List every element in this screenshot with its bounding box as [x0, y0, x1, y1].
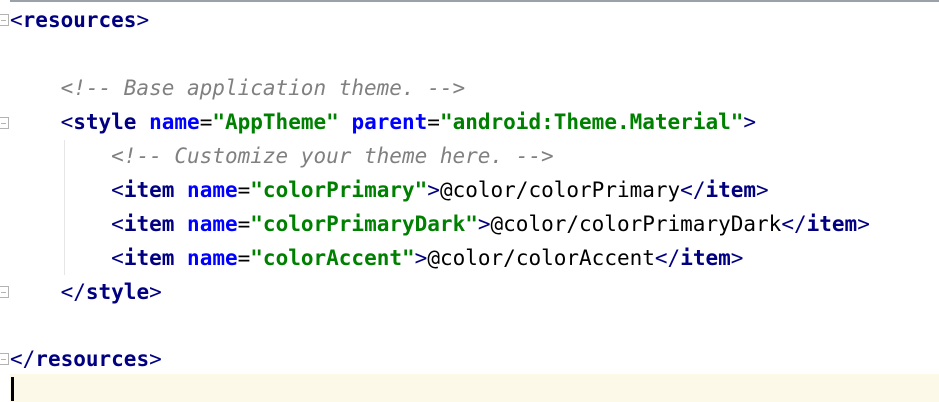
text-caret: [11, 377, 14, 401]
code-line-comment-base-theme[interactable]: <!-- Base application theme. -->: [10, 71, 466, 105]
bracket: <: [111, 246, 124, 270]
bracket: >: [149, 280, 162, 304]
attribute-value: "colorPrimaryDark": [250, 212, 478, 236]
tag-name: style: [85, 280, 150, 304]
bracket: </: [10, 347, 36, 371]
bracket: >: [414, 246, 428, 270]
equals-sign: =: [237, 178, 251, 202]
equals-sign: =: [427, 110, 440, 134]
attribute-value: "colorAccent": [250, 246, 415, 270]
element-text: @color/colorPrimary: [439, 178, 681, 202]
code-line-style-open[interactable]: <style name="AppTheme" parent="android:T…: [10, 105, 756, 139]
element-text: @color/colorAccent: [427, 246, 655, 270]
bracket: >: [756, 178, 769, 202]
tag-name: item: [806, 212, 858, 236]
attribute-name: name: [149, 110, 200, 134]
fold-marker-style-icon[interactable]: [0, 117, 9, 129]
tag-name: item: [123, 246, 175, 270]
tag-name: resources: [35, 347, 150, 371]
bracket: >: [477, 212, 491, 236]
bracket: >: [136, 8, 150, 32]
bracket: </: [680, 178, 706, 202]
bracket: <: [60, 110, 74, 134]
bracket: </: [60, 280, 86, 304]
code-line-resources-open[interactable]: <resources>: [10, 3, 149, 37]
bracket: >: [857, 212, 870, 236]
fold-marker-style-end-icon[interactable]: [0, 286, 9, 298]
attribute-value: "AppTheme": [212, 110, 339, 134]
attribute-name: name: [187, 246, 238, 270]
editor-gutter: [0, 0, 10, 402]
equals-sign: =: [237, 246, 251, 270]
tag-name: item: [123, 178, 175, 202]
fold-marker-resources-end-icon[interactable]: [0, 353, 9, 365]
code-editor[interactable]: <resources> <!-- Base application theme.…: [0, 0, 939, 402]
bracket: </: [781, 212, 807, 236]
element-text: @color/colorPrimaryDark: [490, 212, 782, 236]
tag-name: item: [705, 178, 757, 202]
bracket: >: [149, 347, 162, 371]
tag-name: item: [680, 246, 731, 270]
code-line-item-color-primary-dark[interactable]: <item name="colorPrimaryDark">@color/col…: [10, 207, 870, 241]
current-line-highlight: [10, 374, 939, 402]
bracket: >: [427, 178, 440, 202]
code-comment: <!-- Customize your theme here. -->: [111, 144, 554, 168]
tag-name: style: [73, 110, 137, 134]
editor-top-border: [0, 0, 939, 2]
attribute-value: "android:Theme.Material": [439, 110, 744, 134]
bracket: <: [111, 212, 124, 236]
bracket: >: [730, 246, 744, 270]
bracket: <: [111, 178, 124, 202]
attribute-name: name: [187, 212, 238, 236]
code-line-item-color-accent[interactable]: <item name="colorAccent">@color/colorAcc…: [10, 241, 743, 275]
code-comment: <!-- Base application theme. -->: [60, 76, 466, 100]
fold-marker-resources-icon[interactable]: [0, 14, 9, 26]
attribute-name: parent: [351, 110, 428, 134]
code-line-style-close[interactable]: </style>: [10, 275, 162, 309]
bracket: <: [10, 8, 23, 32]
equals-sign: =: [199, 110, 213, 134]
code-line-item-color-primary[interactable]: <item name="colorPrimary">@color/colorPr…: [10, 173, 769, 207]
equals-sign: =: [237, 212, 251, 236]
bracket: >: [743, 110, 757, 134]
attribute-name: name: [187, 178, 238, 202]
attribute-value: "colorPrimary": [250, 178, 428, 202]
tag-name: resources: [22, 8, 137, 32]
tag-name: item: [123, 212, 175, 236]
code-line-comment-customize[interactable]: <!-- Customize your theme here. -->: [10, 139, 554, 173]
code-line-resources-close[interactable]: </resources>: [10, 342, 162, 376]
bracket: </: [654, 246, 681, 270]
